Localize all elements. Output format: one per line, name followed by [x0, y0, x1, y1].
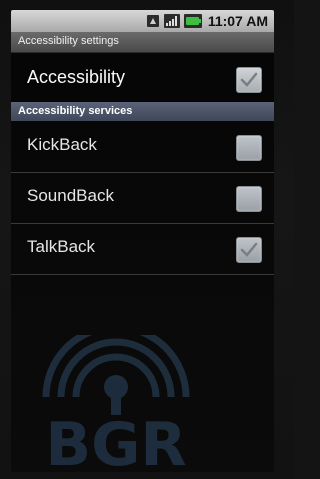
section-header: Accessibility services [11, 102, 274, 121]
battery-icon [183, 14, 202, 28]
title-bar: Accessibility settings [11, 32, 274, 53]
kickback-row[interactable]: KickBack [11, 122, 274, 173]
bgr-watermark-text: BGR [45, 410, 186, 472]
status-icons: 11:07 AM [146, 12, 268, 30]
status-time: 11:07 AM [207, 13, 268, 29]
network-icon [146, 14, 160, 28]
bgr-watermark-logo: BGR [42, 335, 190, 472]
check-icon [240, 72, 258, 87]
talkback-label: TalkBack [27, 237, 96, 256]
talkback-checkbox[interactable] [236, 237, 262, 263]
kickback-checkbox[interactable] [236, 135, 262, 161]
soundback-label: SoundBack [27, 186, 114, 205]
accessibility-toggle-row[interactable]: Accessibility [11, 53, 274, 105]
section-header-text: Accessibility services [18, 105, 133, 117]
accessibility-checkbox[interactable] [236, 67, 262, 93]
status-bar: 11:07 AM [11, 10, 274, 32]
signal-icon [163, 14, 180, 28]
soundback-row[interactable]: SoundBack [11, 173, 274, 224]
check-icon [240, 242, 258, 257]
talkback-row[interactable]: TalkBack [11, 224, 274, 275]
accessibility-label: Accessibility [27, 67, 126, 87]
kickback-label: KickBack [27, 135, 97, 154]
phone-screen: 11:07 AM Accessibility settings Accessib… [11, 10, 274, 472]
soundback-checkbox[interactable] [236, 186, 262, 212]
page-title: Accessibility settings [18, 35, 119, 47]
